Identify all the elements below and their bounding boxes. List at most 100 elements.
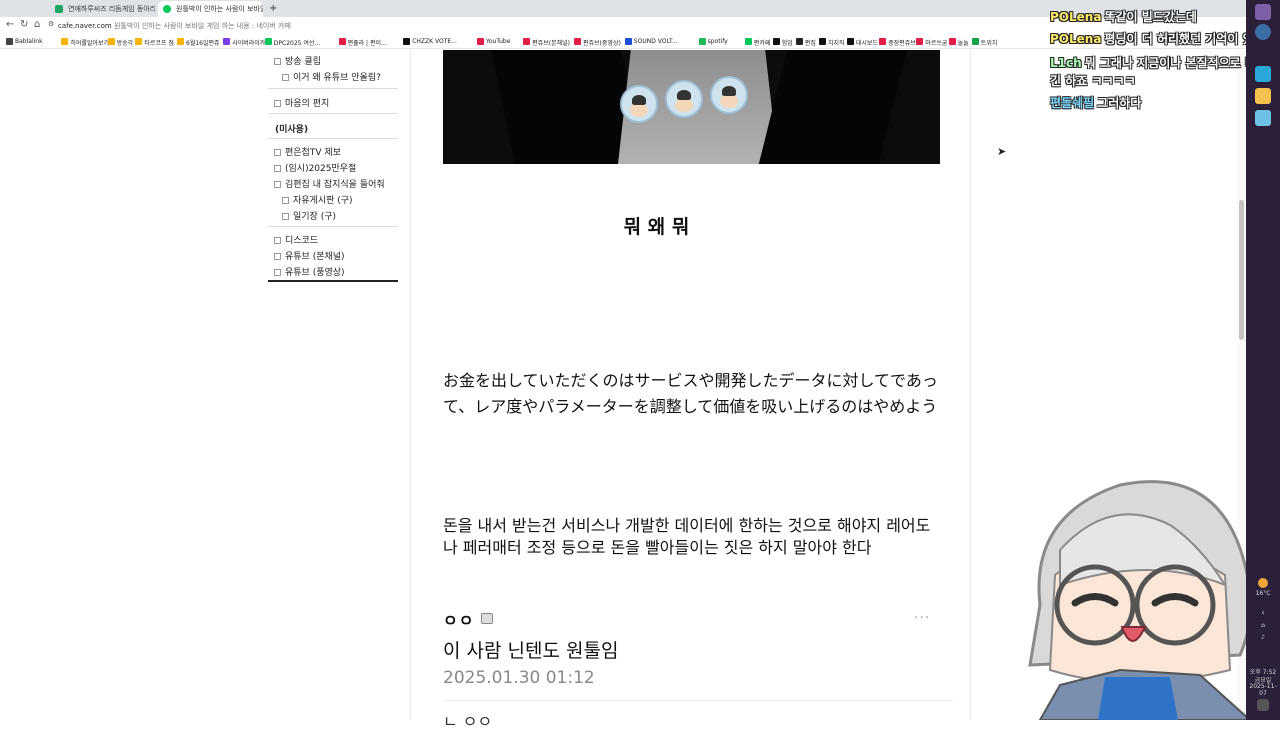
menu-divider	[268, 226, 398, 227]
bookmark-item[interactable]: 타르코프 점	[135, 38, 174, 47]
bookmark-item[interactable]: 히어롤알아보기	[61, 38, 109, 47]
bookmark-icon	[223, 38, 231, 45]
bookmark-item[interactable]: Bablalink	[6, 38, 43, 45]
bookmark-item[interactable]: DPC2025 여선...	[264, 38, 320, 47]
bookmark-item[interactable]: 방송각	[107, 38, 133, 47]
chat-nickname: L1ch	[1050, 56, 1082, 70]
weather-temp: 16°C	[1255, 590, 1271, 597]
bookmark-item[interactable]: CHZZK VOTE...	[403, 38, 457, 45]
post-japanese-text: お金を出していただくのはサービスや開発したデータに対してであって、レア度やパラメ…	[443, 371, 938, 416]
menu-item-discord[interactable]: 디스코드	[274, 233, 318, 246]
menu-item-aprilfools[interactable]: (임시)2025만우절	[274, 161, 356, 174]
chat-text: 똑같이 빌드갔는데	[1104, 10, 1197, 24]
tray-volume-icon[interactable]: ♪	[1246, 634, 1280, 641]
bookmark-item[interactable]: 편카페	[744, 38, 770, 47]
bookmark-item[interactable]: spotify	[698, 38, 728, 45]
menu-item-clips[interactable]: 방송 클립	[274, 54, 321, 67]
menu-item-youtube-sub[interactable]: 유튜브 (풍영상)	[274, 265, 345, 278]
url-field[interactable]: cafe.naver.com 원툴박이 인하는 사람이 보바일 게임 하는 내용…	[58, 21, 291, 31]
site-info-icon[interactable]: ⚙	[48, 20, 54, 28]
board-icon	[274, 58, 281, 65]
page-scrollbar-thumb[interactable]	[1239, 200, 1244, 340]
menu-item-trivia[interactable]: 김편집 내 잡지식을 들어줘	[274, 177, 385, 190]
bookmark-item[interactable]: 중장편쥬브	[879, 38, 916, 47]
bookmark-icon	[772, 38, 780, 45]
notification-icon[interactable]	[1257, 699, 1269, 711]
bookmark-icon	[698, 38, 706, 45]
new-tab-button[interactable]: +	[266, 1, 280, 17]
avatar-shirt	[1098, 677, 1178, 720]
tray-network-icon[interactable]: ⌂	[1246, 622, 1280, 629]
bookmark-item[interactable]: 힘업	[772, 38, 793, 47]
menu-item-youtube-question[interactable]: 이거 왜 유튜브 안올림?	[282, 70, 381, 83]
bookmark-item[interactable]: 편쥬브(중영상)	[574, 38, 621, 47]
browser-tab-2[interactable]: 원틀박이 인하는 사람이 보바일 게임 하는 내용 : 네이버 카페	[158, 1, 263, 17]
menu-divider	[268, 113, 398, 114]
bookmark-icon	[264, 38, 272, 45]
bookmark-item[interactable]: 놀놀	[948, 38, 969, 47]
bookmark-item[interactable]: 편집	[795, 38, 816, 47]
bookmark-icon	[948, 38, 956, 45]
board-icon	[282, 213, 289, 220]
chat-message: 긴 하죠 ㅋㅋㅋㅋ	[1050, 72, 1136, 89]
start-icon[interactable]	[1255, 4, 1271, 20]
image-print-face	[620, 85, 658, 123]
menu-item-diary[interactable]: 일기장 (구)	[282, 209, 336, 222]
menu-divider	[268, 138, 398, 139]
writer-badge-icon	[481, 613, 493, 624]
bookmark-item[interactable]: 6월16일편쥬	[177, 38, 220, 47]
search-icon[interactable]	[1255, 24, 1271, 40]
app-icon[interactable]	[1255, 66, 1271, 82]
home-icon[interactable]: ⌂	[34, 19, 40, 30]
bookmark-item[interactable]: 편쥴라 | 편이...	[338, 38, 387, 47]
mouse-cursor-icon: ➤	[997, 145, 1007, 158]
bookmark-icon	[107, 38, 115, 45]
bookmark-icon	[477, 38, 484, 45]
comment-date: 2025.01.30 01:12	[443, 668, 595, 688]
bookmark-icon	[879, 38, 887, 45]
bookmark-item[interactable]: 사이버라이카	[223, 38, 265, 47]
menu-item-letter[interactable]: 마음의 편지	[274, 96, 329, 109]
comment-divider	[443, 700, 953, 701]
chat-nickname: POLena	[1050, 32, 1102, 46]
bookmark-icon	[916, 38, 924, 45]
bookmark-item[interactable]: 대시보드	[846, 38, 878, 47]
bookmark-icon	[846, 38, 854, 45]
menu-group-unused: (미사용)	[275, 125, 309, 135]
bookmark-item[interactable]: 마르쓰굼	[916, 38, 947, 47]
menu-item-free-board[interactable]: 자유게시판 (구)	[282, 193, 353, 206]
tray-chevron-icon[interactable]: ‹	[1246, 608, 1280, 617]
bookmark-item[interactable]: SOUND VOLT...	[624, 38, 678, 45]
folder-icon[interactable]	[1255, 88, 1271, 104]
windows-taskbar: 16°C ‹ ⌂ ♪ 오후 7:52 금요일 2025-11-07	[1246, 0, 1280, 720]
reply-comment-author[interactable]: ㄴ ㅇㅇ	[443, 708, 492, 732]
chat-nickname: 편돌쉐필	[1050, 96, 1095, 110]
bookmark-item[interactable]: 치지직	[819, 38, 845, 47]
sidebar-bottom-rule	[268, 280, 398, 282]
cafe-sidebar-menu: 방송 클립 이거 왜 유튜브 안올림? 마음의 편지 (미사용) 편은첩TV 제…	[268, 50, 398, 284]
link-icon	[274, 269, 281, 276]
browser-tab-1[interactable]: 연애하루씨즈 리듬게임 동아리	[50, 1, 155, 17]
menu-item-youtube-main[interactable]: 유튜브 (본채널)	[274, 249, 345, 262]
menu-item-tv-report[interactable]: 편은첩TV 제보	[274, 145, 341, 158]
bookmark-item[interactable]: YouTube	[477, 38, 510, 45]
board-icon	[274, 165, 281, 172]
reload-icon[interactable]: ↻	[20, 19, 28, 30]
post-korean-text: 돈을 내서 받는건 서비스나 개발한 데이터에 한하는 것으로 해야지 레어도나…	[443, 516, 931, 557]
comment-author[interactable]: ㅇㅇ	[443, 607, 474, 631]
bookmark-item[interactable]: 편쥬브(본채널)	[523, 38, 570, 47]
app-icon[interactable]	[1255, 110, 1271, 126]
post-image[interactable]	[443, 50, 940, 164]
content-border-left	[410, 50, 411, 720]
link-icon	[274, 237, 281, 244]
bookmark-icon	[61, 38, 69, 45]
weather-icon[interactable]	[1258, 578, 1268, 588]
bookmark-icon	[135, 38, 143, 45]
back-icon[interactable]: ←	[6, 19, 14, 30]
bookmark-icon	[403, 38, 411, 45]
chat-message: POLena 평딩이 더 허리했던 기억이 있음	[1050, 30, 1265, 47]
sheets-icon	[55, 5, 63, 13]
clock-date[interactable]: 2025-11-07	[1246, 683, 1280, 697]
bookmark-item[interactable]: 트위치	[971, 38, 997, 47]
comment-more-button[interactable]: ···	[914, 610, 930, 626]
